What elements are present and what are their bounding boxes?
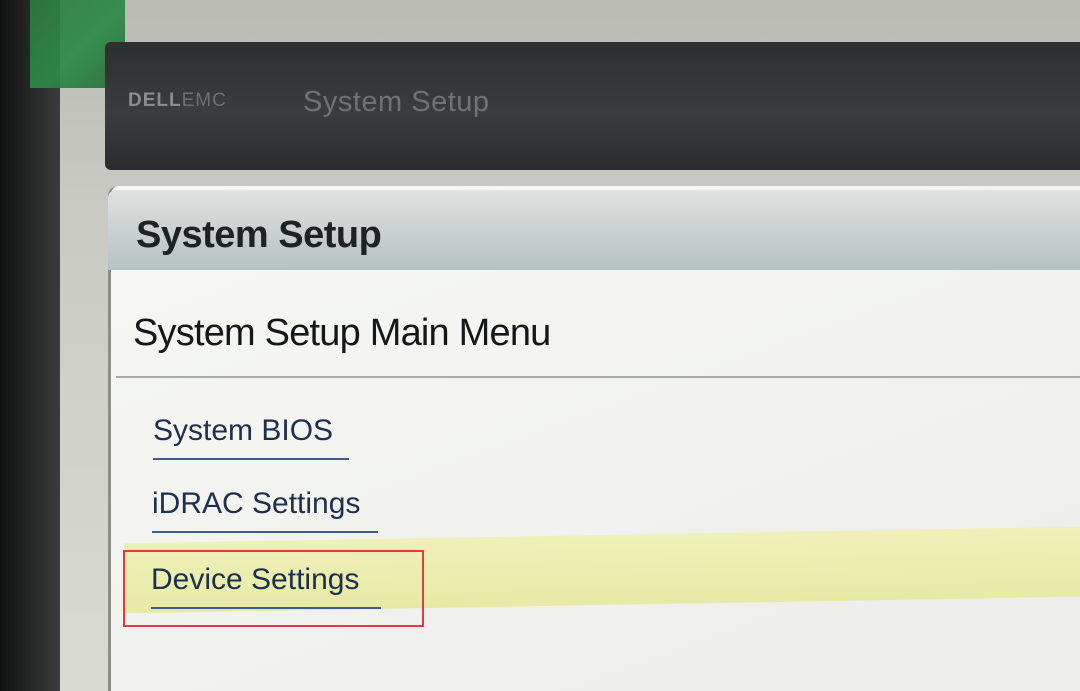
header-title: System Setup — [303, 86, 490, 118]
page-title: System Setup — [136, 214, 382, 256]
brand-main: DELL — [128, 90, 182, 111]
selection-outline — [123, 550, 424, 627]
menu-item-idrac-settings[interactable]: iDRAC Settings — [152, 487, 378, 533]
menu-item-label: System BIOS — [153, 414, 334, 447]
monitor-bezel — [0, 0, 60, 691]
menu-item-label: iDRAC Settings — [152, 487, 361, 520]
dell-emc-logo: DELLEMC — [128, 90, 227, 112]
section-divider — [116, 376, 1080, 378]
link-underline — [153, 458, 349, 460]
brand-sub: EMC — [181, 90, 227, 111]
menu-item-system-bios[interactable]: System BIOS — [153, 414, 349, 460]
section-title: System Setup Main Menu — [133, 312, 551, 354]
link-underline — [152, 531, 378, 533]
header-bar — [105, 42, 1080, 170]
